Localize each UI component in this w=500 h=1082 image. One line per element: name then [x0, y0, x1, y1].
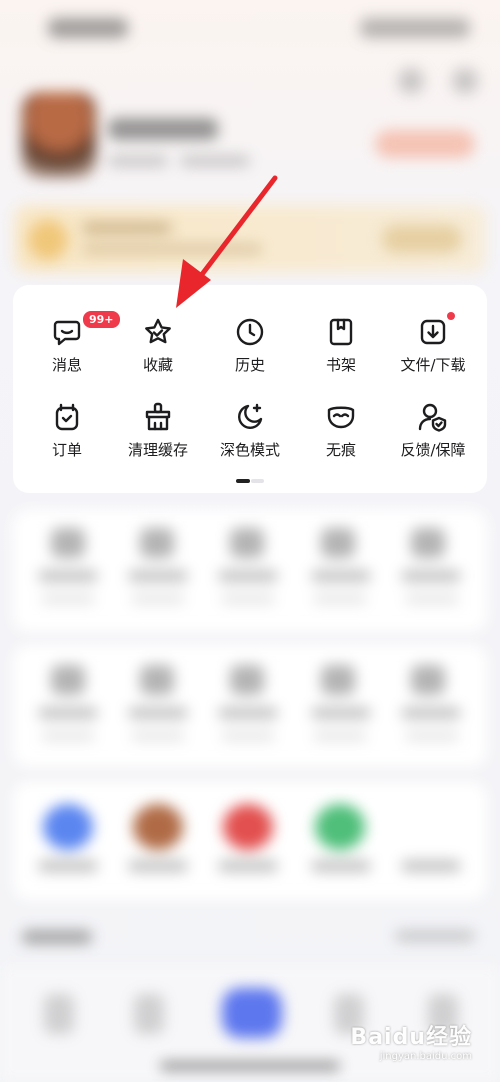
clock-icon [234, 316, 266, 348]
vip-banner-subtitle [82, 244, 262, 254]
page-dot-active [236, 479, 250, 483]
tools-panel-2 [13, 645, 487, 767]
apps-panel [13, 782, 487, 900]
menu-item-messages[interactable]: 99+ 消息 [20, 310, 121, 396]
menu-item-favorites[interactable]: 收藏 [111, 316, 205, 396]
menu-item-label: 文件/下载 [400, 356, 466, 374]
tools-panel-1 [13, 510, 487, 632]
menu-item-files-downloads[interactable]: 文件/下载 [386, 312, 480, 396]
broom-icon [142, 401, 174, 433]
scan-icon[interactable] [398, 68, 424, 94]
profile-meta [180, 155, 250, 167]
coin-icon [28, 220, 68, 260]
menu-item-clear-cache[interactable]: 清理缓存 [111, 401, 205, 481]
incognito-mask-icon [325, 401, 357, 433]
book-icon [325, 316, 357, 348]
page-dot [251, 479, 264, 483]
menu-item-feedback[interactable]: 反馈/保障 [386, 401, 480, 481]
user-shield-icon [417, 401, 449, 433]
section-link[interactable] [395, 930, 475, 942]
menu-item-bookshelf[interactable]: 书架 [294, 316, 388, 396]
vip-pill[interactable] [375, 130, 475, 158]
star-icon [142, 316, 174, 348]
chat-bubble-icon [51, 316, 83, 348]
settings-icon[interactable] [452, 68, 478, 94]
top-icons [0, 0, 500, 100]
vip-banner-title [82, 222, 172, 234]
tab-center-button[interactable] [222, 988, 282, 1038]
menu-item-orders[interactable]: 订单 [20, 401, 114, 481]
page-indicator [236, 479, 264, 483]
home-indicator [160, 1062, 340, 1070]
watermark-url: jingyan.baidu.com [379, 1051, 472, 1062]
moon-icon [234, 401, 266, 433]
download-icon [417, 316, 449, 348]
watermark-logo: Baidu经验 [350, 1025, 472, 1050]
profile-meta [108, 155, 168, 167]
menu-item-label: 反馈/保障 [400, 441, 466, 459]
vip-banner-button[interactable] [382, 225, 462, 253]
tab-video[interactable] [134, 994, 164, 1034]
watermark: Baidu经验 jingyan.baidu.com [350, 1019, 472, 1062]
order-clock-icon [51, 401, 83, 433]
section-title [22, 930, 92, 944]
menu-item-dark-mode[interactable]: 深色模式 [203, 401, 297, 481]
quick-menu-card: 99+ 消息 收藏 历史 书架 文件/下载 订单 清理缓存 深色模式 无痕 反馈… [13, 285, 487, 493]
tab-home[interactable] [44, 994, 74, 1034]
profile-name[interactable] [108, 118, 218, 140]
menu-item-history[interactable]: 历史 [203, 316, 297, 396]
avatar[interactable] [22, 92, 96, 178]
menu-item-incognito[interactable]: 无痕 [294, 401, 388, 481]
notification-dot [447, 312, 455, 320]
